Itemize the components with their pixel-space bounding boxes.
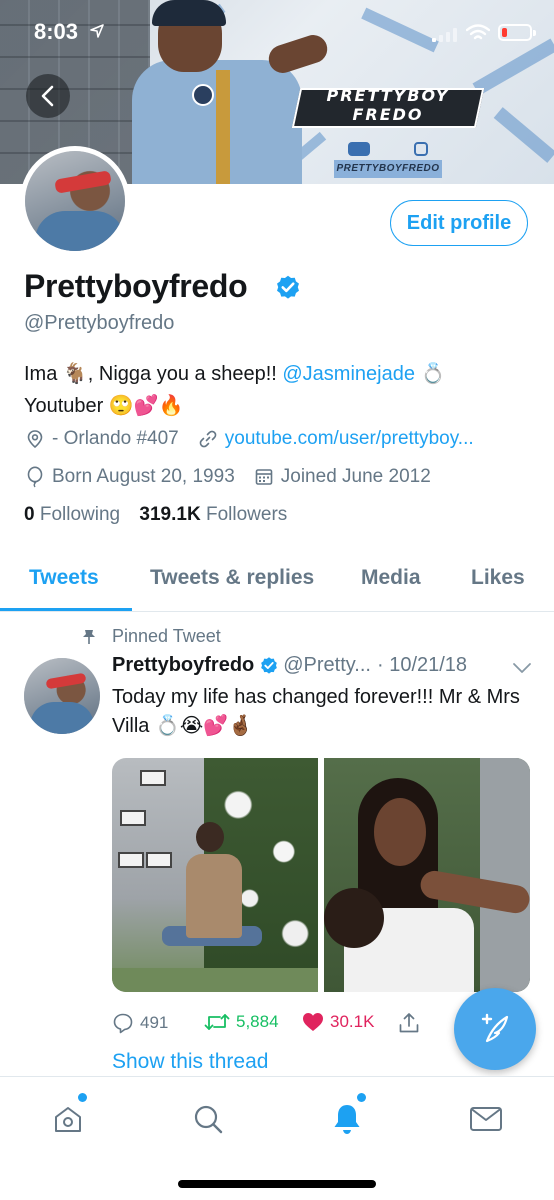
profile-handle: @Prettyboyfredo	[24, 312, 175, 334]
profile-joined-date: Joined June 2012	[280, 466, 431, 487]
tweet-author-handle: @Pretty...	[283, 654, 371, 676]
profile-meta-row: Born August 20, 1993 Joined June 2012	[24, 466, 431, 488]
brand-logo-text: PRETTYBOY FREDO	[326, 86, 450, 124]
profile-birthday: Born August 20, 1993	[52, 466, 235, 487]
status-bar: 8:03	[0, 0, 554, 60]
following-count: 0	[24, 504, 35, 525]
profile-meta-row: - Orlando #407 youtube.com/user/prettybo…	[24, 428, 474, 450]
battery-icon	[498, 24, 536, 41]
profile-tabs: Tweets Tweets & replies Media Likes	[0, 548, 554, 612]
tweet-photo-proposal[interactable]	[112, 758, 318, 992]
tab-tweets-and-replies[interactable]: Tweets & replies	[150, 566, 314, 590]
followers-count: 319.1K	[139, 504, 201, 525]
brand-handle: PRETTYBOYFREDO	[334, 160, 442, 178]
tweet-header: Prettyboyfredo @Pretty... · 10/21/18	[112, 654, 467, 677]
edit-profile-button[interactable]: Edit profile	[390, 200, 528, 246]
tweet-date: · 10/21/18	[376, 654, 468, 676]
following-label: Following	[39, 504, 121, 525]
tab-likes[interactable]: Likes	[471, 566, 525, 590]
nav-notifications[interactable]	[327, 1093, 367, 1139]
calendar-icon	[253, 466, 275, 488]
compose-tweet-icon	[481, 1013, 509, 1043]
home-unread-dot	[78, 1093, 87, 1102]
cellular-signal-icon	[432, 28, 457, 42]
follow-stats: 0 Following 319.1K Followers	[24, 504, 287, 526]
tweet-text: Today my life has changed forever!!! Mr …	[112, 686, 520, 737]
mail-icon	[470, 1107, 502, 1131]
instagram-icon	[414, 142, 428, 156]
tweet-photo-reaction[interactable]	[324, 758, 530, 992]
notifications-unread-dot	[357, 1093, 366, 1102]
followers-stat[interactable]: 319.1K Followers	[139, 504, 287, 525]
pinned-tweet-text: Pinned Tweet	[112, 626, 221, 646]
share-icon	[399, 1013, 419, 1033]
tweet-author-name[interactable]: Prettyboyfredo	[112, 654, 254, 677]
like-button[interactable]: 30.1K	[302, 1012, 374, 1032]
tweet-media[interactable]	[112, 758, 530, 992]
profile-location: - Orlando #407	[52, 428, 179, 449]
balloon-icon	[24, 466, 46, 488]
pinned-tweet-label: Pinned Tweet	[82, 626, 221, 647]
home-icon	[55, 1107, 81, 1132]
tab-media[interactable]: Media	[361, 566, 421, 590]
back-button[interactable]	[26, 74, 70, 118]
search-icon	[194, 1105, 223, 1134]
active-tab-indicator	[0, 608, 132, 611]
bell-icon	[334, 1105, 360, 1134]
followers-label: Followers	[205, 504, 288, 525]
reply-count: 491	[140, 1013, 169, 1032]
home-indicator	[178, 1180, 376, 1188]
compose-tweet-button[interactable]	[454, 988, 536, 1070]
verified-badge-icon	[259, 656, 279, 676]
verified-badge-icon	[277, 275, 299, 299]
nav-home[interactable]	[48, 1093, 88, 1139]
tweet-actions: 491 5,884 30.1K	[112, 1010, 432, 1038]
like-count: 30.1K	[330, 1012, 375, 1031]
pin-icon	[83, 629, 95, 644]
banner-shard	[493, 107, 554, 163]
bio-mention-link[interactable]: @Jasminejade	[282, 363, 415, 385]
heart-icon	[303, 1013, 323, 1031]
profile-avatar[interactable]	[20, 146, 130, 256]
following-stat[interactable]: 0 Following	[24, 504, 120, 525]
chevron-down-icon[interactable]	[512, 662, 532, 674]
nav-messages[interactable]	[466, 1099, 506, 1139]
location-pin-icon	[24, 428, 46, 450]
show-thread-link[interactable]: Show this thread	[112, 1050, 268, 1074]
reply-icon	[113, 1013, 133, 1034]
reply-button[interactable]: 491	[112, 1012, 168, 1034]
profile-bio: Ima 🐐, Nigga you a sheep!! @Jasminejade …	[24, 358, 524, 422]
wifi-icon	[466, 24, 490, 40]
share-button[interactable]	[398, 1012, 420, 1034]
status-time: 8:03	[34, 19, 79, 44]
tab-tweets[interactable]: Tweets	[29, 566, 99, 590]
location-services-icon	[90, 24, 104, 38]
profile-website-link[interactable]: youtube.com/user/prettyboy...	[225, 428, 474, 450]
tweet-author-avatar[interactable]	[24, 658, 100, 734]
retweet-icon	[204, 1014, 230, 1030]
retweet-button[interactable]: 5,884	[204, 1012, 279, 1032]
link-icon	[197, 428, 219, 450]
bio-text: Ima 🐐, Nigga you a sheep!!	[24, 363, 283, 385]
profile-display-name: Prettyboyfredo	[24, 268, 248, 304]
chevron-left-icon	[41, 85, 54, 107]
youtube-icon	[348, 142, 370, 156]
nav-search[interactable]	[188, 1099, 228, 1139]
retweet-count: 5,884	[236, 1012, 279, 1031]
